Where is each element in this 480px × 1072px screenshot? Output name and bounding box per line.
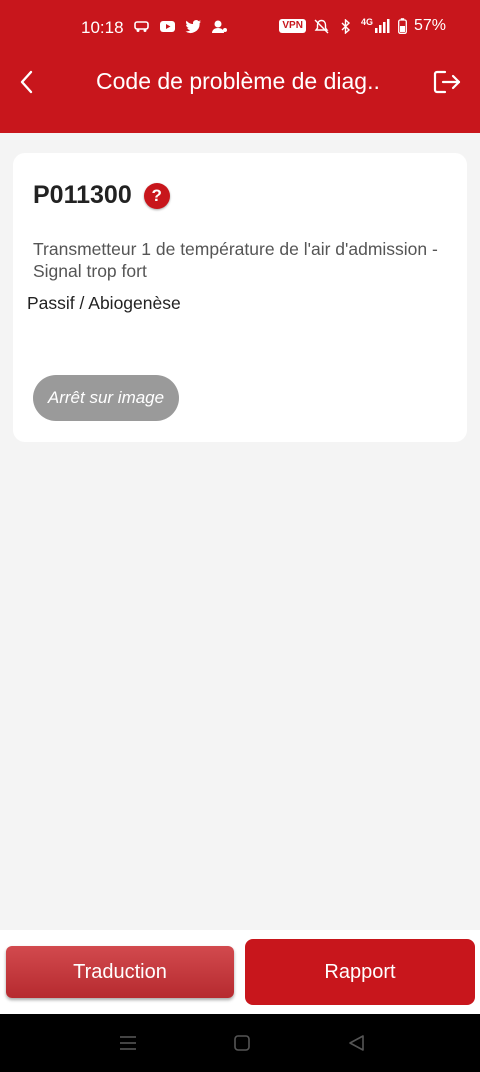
notification-icon [212,20,227,33]
dtc-code-row: P011300 ? [33,181,170,210]
back-icon[interactable] [12,66,44,98]
system-nav-bar [0,1014,480,1072]
twitter-icon [185,20,201,34]
status-left-icons [133,19,228,34]
vpn-badge: VPN [279,19,306,33]
network-type: 4G [360,17,373,27]
status-time: 10:18 [81,18,124,37]
signal-icon [374,18,390,33]
back-triangle-icon[interactable] [347,1034,367,1052]
status-bar: 10:18 VPN 4G 57% [0,0,480,56]
screen: 10:18 VPN 4G 57% Code de problème de dia… [0,0,480,1072]
header: 10:18 VPN 4G 57% Code de problème de dia… [0,0,480,133]
mute-icon [314,19,329,33]
battery-percent: 57% [413,17,446,34]
bottom-action-bar: Traduction Rapport [0,930,480,1014]
car-icon [134,21,149,32]
page-title: Code de problème de diag.. [96,68,380,94]
translate-button[interactable]: Traduction [6,946,234,998]
status-right: VPN 4G 57% [279,17,446,35]
help-icon[interactable]: ? [143,182,170,209]
freeze-frame-button[interactable]: Arrêt sur image [33,375,179,421]
home-icon[interactable] [232,1034,252,1052]
menu-icon[interactable] [118,1034,138,1052]
dtc-description: Transmetteur 1 de température de l'air d… [33,239,438,281]
exit-icon[interactable] [430,65,464,99]
battery-icon [398,18,407,34]
dtc-code: P011300 [33,181,132,209]
youtube-icon [160,21,175,32]
dtc-status: Passif / Abiogenèse [27,293,181,313]
bluetooth-icon [341,18,350,34]
report-button[interactable]: Rapport [245,939,475,1005]
dtc-card: P011300 ? Transmetteur 1 de température … [13,153,467,442]
app-bar: Code de problème de diag.. [0,56,480,133]
